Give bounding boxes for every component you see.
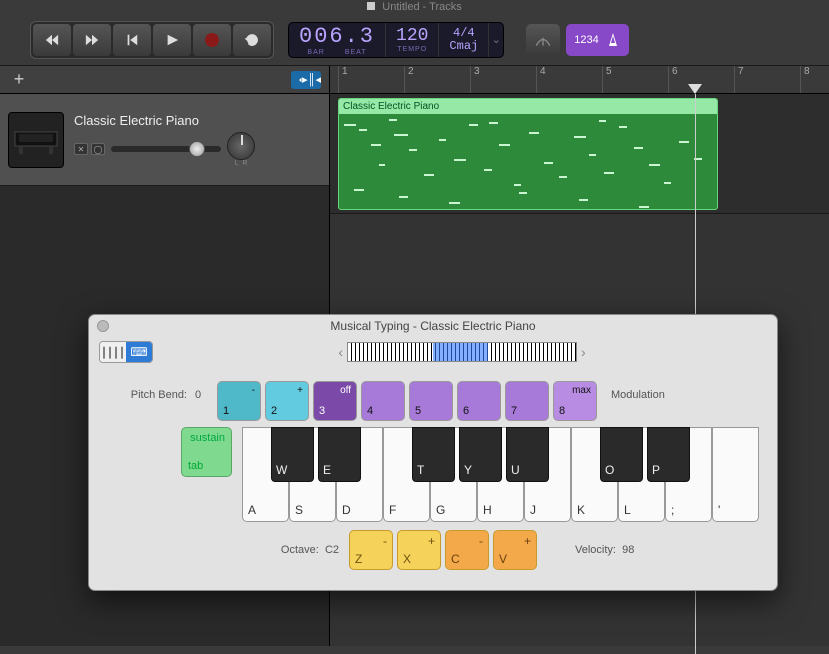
- modulation-key-3[interactable]: off3: [313, 381, 357, 421]
- pan-knob[interactable]: [227, 132, 255, 160]
- visible-range[interactable]: [433, 343, 488, 361]
- modulation-key-2[interactable]: +2: [265, 381, 309, 421]
- piano-view-button[interactable]: ∣∣∣∣: [100, 342, 126, 362]
- black-key-Y[interactable]: Y: [459, 427, 502, 482]
- velocity-label: Velocity:: [575, 544, 616, 556]
- forward-button[interactable]: [73, 24, 111, 56]
- time-sig-display[interactable]: 4/4: [453, 27, 475, 40]
- mute-button[interactable]: ✕: [74, 143, 88, 155]
- key-display[interactable]: Cmaj: [449, 40, 478, 53]
- track-header[interactable]: Classic Electric Piano ✕ ◯ L R: [0, 94, 329, 186]
- black-key-O[interactable]: O: [600, 427, 643, 482]
- octave-key-X[interactable]: +X: [397, 530, 441, 570]
- play-button[interactable]: [153, 24, 191, 56]
- window-title-bar: Untitled - Tracks: [0, 0, 829, 14]
- modulation-key-7[interactable]: 7: [505, 381, 549, 421]
- position-display[interactable]: 006.3: [299, 24, 375, 49]
- track-name: Classic Electric Piano: [74, 113, 321, 128]
- black-key-T[interactable]: T: [412, 427, 455, 482]
- view-toggle: ∣∣∣∣ ⌨: [99, 341, 153, 363]
- octave-label: Octave:: [281, 544, 319, 556]
- sustain-key[interactable]: sustain tab: [181, 427, 232, 477]
- range-left-button[interactable]: ‹: [338, 344, 343, 360]
- catch-playhead-button[interactable]: ▸║◂: [291, 71, 321, 89]
- volume-slider[interactable]: [111, 146, 221, 152]
- instrument-icon[interactable]: [8, 112, 64, 168]
- transport-controls: [30, 21, 274, 59]
- pitch-bend-value: 0: [195, 381, 209, 401]
- typing-keyboard: ASDFGHJKL;'WETYUOP: [242, 427, 759, 522]
- pitch-bend-label: Pitch Bend:: [107, 381, 187, 401]
- black-key-E[interactable]: E: [318, 427, 361, 482]
- mt-title: Musical Typing - Classic Electric Piano: [89, 319, 777, 333]
- tempo-display[interactable]: 120: [396, 26, 428, 46]
- ruler-tick: 2: [404, 66, 414, 93]
- modulation-key-6[interactable]: 6: [457, 381, 501, 421]
- modulation-key-4[interactable]: 4: [361, 381, 405, 421]
- modulation-key-8[interactable]: max8: [553, 381, 597, 421]
- ruler-tick: 6: [668, 66, 678, 93]
- midi-region[interactable]: Classic Electric Piano: [338, 98, 718, 210]
- record-button[interactable]: [193, 24, 231, 56]
- rewind-button[interactable]: [33, 24, 71, 56]
- octave-value: C2: [325, 544, 339, 556]
- ruler-tick: 3: [470, 66, 480, 93]
- record-icon: [205, 33, 219, 47]
- black-key-W[interactable]: W: [271, 427, 314, 482]
- window-title: Untitled - Tracks: [382, 1, 461, 13]
- ruler-tick: 5: [602, 66, 612, 93]
- ruler-tick: 7: [734, 66, 744, 93]
- octave-key-V[interactable]: +V: [493, 530, 537, 570]
- modulation-label: Modulation: [611, 381, 665, 401]
- count-in-button[interactable]: 1234: [566, 24, 628, 56]
- octave-key-Z[interactable]: -Z: [349, 530, 393, 570]
- ruler-tick: 1: [338, 66, 348, 93]
- lcd-menu-caret[interactable]: ⌄: [489, 23, 503, 57]
- region-notes: [339, 114, 717, 214]
- metronome-icon: [605, 32, 621, 48]
- octave-key-C[interactable]: -C: [445, 530, 489, 570]
- mini-keyboard[interactable]: [347, 342, 577, 362]
- ruler-tick: 8: [800, 66, 810, 93]
- close-button[interactable]: [97, 320, 109, 332]
- playhead-marker[interactable]: [688, 84, 702, 94]
- modulation-key-5[interactable]: 5: [409, 381, 453, 421]
- count-in-label: 1234: [574, 34, 598, 46]
- modulation-key-1[interactable]: -1: [217, 381, 261, 421]
- toolbar: 006.3 BAR BEAT 120 TEMPO 4/4 Cmaj ⌄ 1234: [0, 14, 829, 66]
- timeline-ruler[interactable]: 1 2 3 4 5 6 7 8: [330, 66, 829, 94]
- tuner-button[interactable]: [526, 24, 560, 56]
- track-lane[interactable]: Classic Electric Piano: [330, 94, 829, 214]
- volume-thumb[interactable]: [189, 141, 205, 157]
- doc-icon: [367, 2, 375, 10]
- range-right-button[interactable]: ›: [581, 344, 586, 360]
- region-name: Classic Electric Piano: [339, 99, 717, 114]
- add-track-button[interactable]: +: [8, 71, 30, 89]
- ruler-tick: 4: [536, 66, 546, 93]
- black-key-U[interactable]: U: [506, 427, 549, 482]
- go-to-start-button[interactable]: [113, 24, 151, 56]
- black-key-P[interactable]: P: [647, 427, 690, 482]
- velocity-value: 98: [622, 544, 634, 556]
- cycle-button[interactable]: [233, 24, 271, 56]
- musical-typing-window[interactable]: Musical Typing - Classic Electric Piano …: [88, 314, 778, 591]
- solo-button[interactable]: ◯: [91, 143, 105, 155]
- typing-view-button[interactable]: ⌨: [126, 342, 152, 362]
- white-key-'[interactable]: ': [712, 427, 759, 522]
- lcd-display: 006.3 BAR BEAT 120 TEMPO 4/4 Cmaj ⌄: [288, 22, 504, 58]
